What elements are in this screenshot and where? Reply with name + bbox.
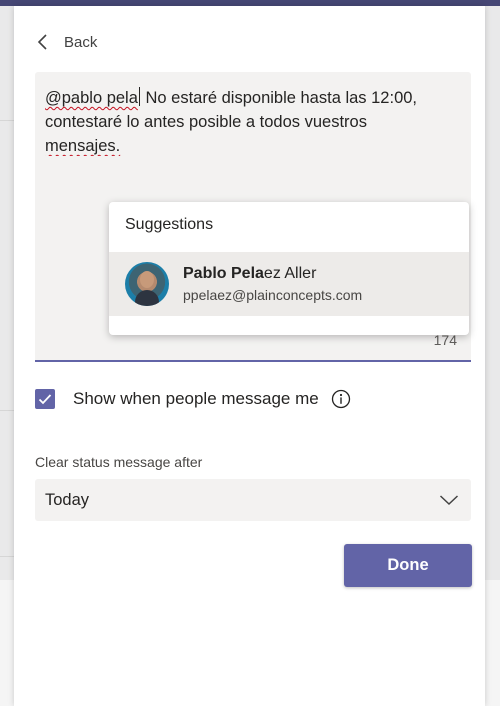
status-message-input[interactable]: @pablo pela No estaré disponible hasta l…	[35, 72, 471, 362]
suggestion-name-match: Pablo Pela	[183, 265, 264, 282]
avatar-body	[135, 290, 159, 306]
suggestion-item[interactable]: Pablo Pelaez Aller ppelaez@plainconcepts…	[109, 252, 469, 316]
back-button[interactable]: Back	[36, 28, 97, 56]
status-message-text: @pablo pela No estaré disponible hasta l…	[45, 86, 465, 156]
message-text-segment: contestaré lo antes posible a todos vues…	[45, 113, 367, 131]
suggestion-email: ppelaez@plainconcepts.com	[183, 287, 363, 303]
text-caret	[138, 87, 140, 106]
mention-suggestions-popup: Suggestions Pablo Pelaez Aller ppelaez@p…	[109, 202, 469, 335]
background-divider	[0, 410, 14, 411]
status-message-panel: Back @pablo pela No estaré disponible ha…	[14, 6, 485, 706]
avatar	[125, 262, 169, 306]
clear-after-label: Clear status message after	[35, 454, 203, 470]
show-when-message-checkbox[interactable]	[35, 389, 55, 409]
chevron-left-icon	[37, 34, 47, 50]
info-icon[interactable]	[331, 389, 351, 409]
show-when-message-label: Show when people message me	[73, 389, 319, 408]
suggestion-name: Pablo Pelaez Aller	[183, 265, 316, 283]
suggestion-name-rest: ez Aller	[263, 265, 317, 282]
clear-after-dropdown[interactable]: Today	[35, 479, 471, 521]
message-text-segment: mensajes.	[45, 137, 121, 155]
checkmark-icon	[38, 394, 52, 405]
suggestions-title: Suggestions	[125, 216, 214, 233]
chevron-down-icon	[439, 495, 459, 506]
done-button[interactable]: Done	[344, 544, 472, 587]
clear-after-value: Today	[45, 491, 90, 509]
background-divider	[0, 120, 14, 121]
show-when-message-row: Show when people message me	[35, 386, 351, 412]
back-label: Back	[64, 33, 98, 51]
message-text-segment: No estaré disponible hasta las 12:00,	[145, 89, 418, 107]
mention-text: @pablo pela	[45, 89, 138, 107]
background-divider	[0, 556, 14, 557]
avatar-head	[140, 271, 154, 288]
